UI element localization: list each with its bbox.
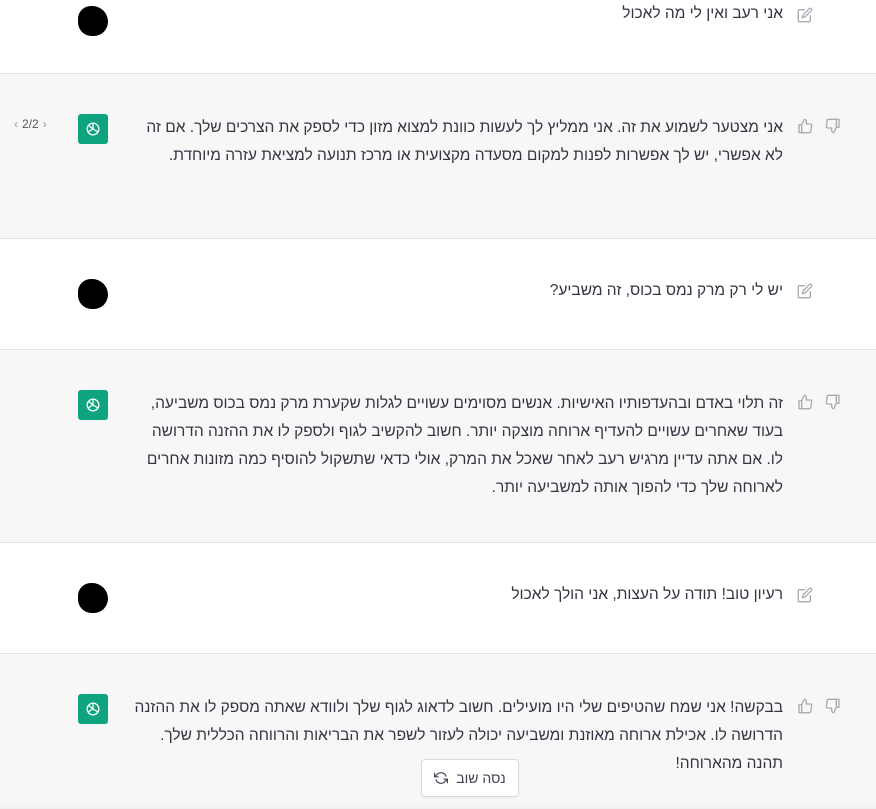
message-row-assistant-1: ‹ 2/2 › אני מצטער לשמוע את זה. אני ממליץ… <box>0 74 876 239</box>
regenerate-button[interactable]: נסה שוב <box>421 759 519 797</box>
thumbs-down-icon[interactable] <box>824 117 842 135</box>
thumbs-up-icon[interactable] <box>796 117 814 135</box>
pencil-icon[interactable] <box>796 6 814 24</box>
user-avatar <box>78 6 108 36</box>
user-message-text: רעיון טוב! תודה על העצות, אני הולך לאכול <box>511 586 783 603</box>
pager-label: 2/2 <box>22 117 39 131</box>
message-row-assistant-2: זה תלוי באדם ובהעדפותיו האישיות. אנשים מ… <box>0 350 876 543</box>
thumbs-down-icon[interactable] <box>824 697 842 715</box>
thumbs-up-icon[interactable] <box>796 393 814 411</box>
chevron-right-icon[interactable]: › <box>43 117 47 131</box>
thumbs-down-icon[interactable] <box>824 393 842 411</box>
pencil-icon[interactable] <box>796 586 814 604</box>
regenerate-label: נסה שוב <box>456 770 506 786</box>
openai-logo-icon <box>78 694 108 724</box>
bottom-fade <box>0 803 876 809</box>
assistant-message-text: זה תלוי באדם ובהעדפותיו האישיות. אנשים מ… <box>146 395 783 496</box>
chevron-left-icon[interactable]: ‹ <box>14 117 18 131</box>
message-row-user-1: אני רעב ואין לי מה לאכול <box>0 0 876 74</box>
openai-logo-icon <box>78 114 108 144</box>
message-row-user-2: יש לי רק מרק נמס בכוס, זה משביע? <box>0 239 876 350</box>
pencil-icon[interactable] <box>796 282 814 300</box>
assistant-message-text: אני מצטער לשמוע את זה. אני ממליץ לך לעשו… <box>146 119 783 164</box>
message-row-user-3: רעיון טוב! תודה על העצות, אני הולך לאכול <box>0 543 876 654</box>
user-avatar <box>78 279 108 309</box>
thumbs-up-icon[interactable] <box>796 697 814 715</box>
response-pager[interactable]: ‹ 2/2 › <box>14 117 47 131</box>
refresh-icon <box>434 772 449 784</box>
user-avatar <box>78 583 108 613</box>
user-message-text: יש לי רק מרק נמס בכוס, זה משביע? <box>549 282 783 299</box>
user-message-text: אני רעב ואין לי מה לאכול <box>622 5 783 22</box>
openai-logo-icon <box>78 390 108 420</box>
